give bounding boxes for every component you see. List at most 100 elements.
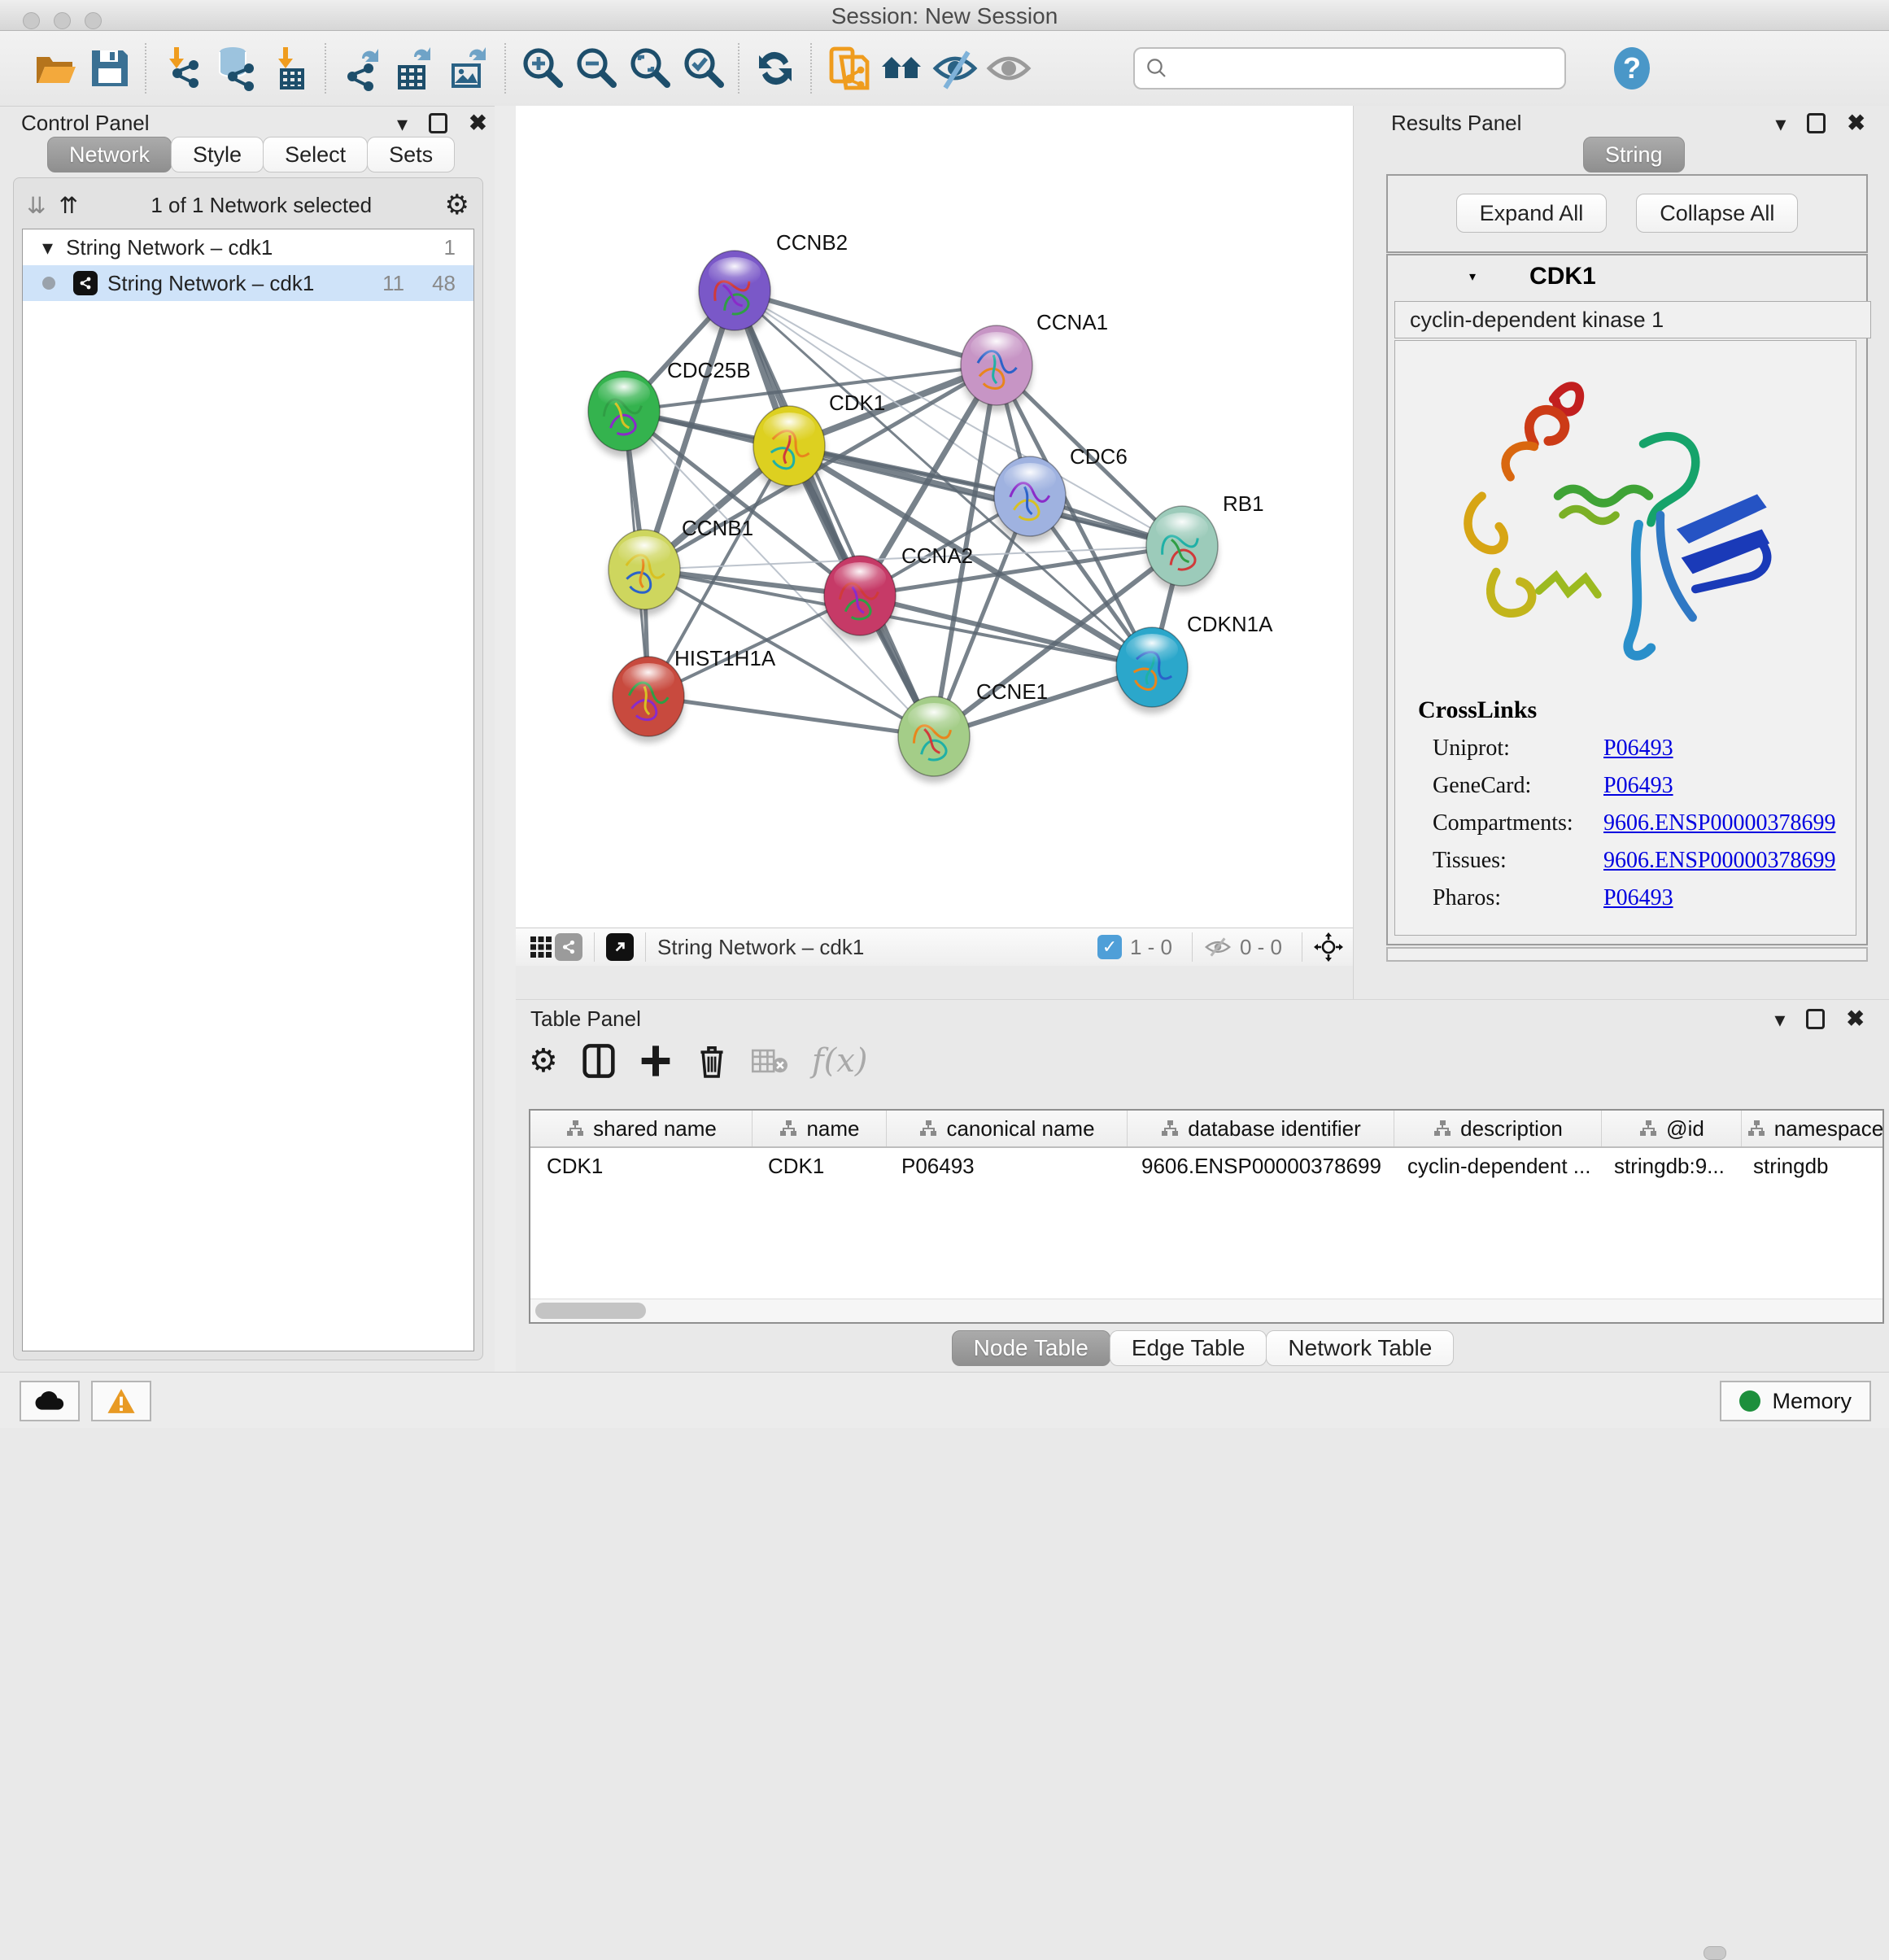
hide-selected-button[interactable] bbox=[928, 41, 982, 95]
expand-all-networks-icon[interactable]: ⇈ bbox=[59, 192, 77, 219]
column-header-id[interactable]: @id bbox=[1602, 1111, 1742, 1146]
collapse-panel-icon[interactable]: ▾ bbox=[1774, 1009, 1785, 1030]
float-panel-icon[interactable] bbox=[1806, 1009, 1825, 1029]
network-node[interactable] bbox=[753, 406, 825, 492]
save-session-button[interactable] bbox=[83, 41, 137, 95]
table-cell[interactable]: cyclin-dependent ... bbox=[1391, 1148, 1598, 1184]
float-panel-icon[interactable] bbox=[429, 113, 447, 133]
crosslink-link[interactable]: 9606.ENSP00000378699 bbox=[1603, 848, 1835, 873]
cloud-status-button[interactable] bbox=[20, 1381, 80, 1421]
network-node[interactable] bbox=[994, 456, 1066, 543]
collapse-panel-icon[interactable]: ▾ bbox=[397, 113, 408, 134]
close-panel-icon[interactable]: ✖ bbox=[1846, 1008, 1865, 1030]
import-network-database-button[interactable] bbox=[209, 41, 263, 95]
column-header-database-identifier[interactable]: database identifier bbox=[1128, 1111, 1394, 1146]
section-expander-icon[interactable]: ▾ bbox=[1469, 268, 1476, 285]
crosslink-link[interactable]: P06493 bbox=[1603, 885, 1673, 910]
results-scroll-strip[interactable] bbox=[1386, 947, 1868, 962]
table-cell[interactable]: CDK1 bbox=[530, 1148, 752, 1184]
scrollbar-thumb[interactable] bbox=[535, 1303, 646, 1319]
column-header-namespace[interactable]: namespace bbox=[1742, 1111, 1884, 1146]
network-node[interactable] bbox=[898, 696, 970, 783]
apply-layout-button[interactable] bbox=[748, 41, 802, 95]
control-tab-sets[interactable]: Sets bbox=[367, 137, 455, 172]
crosslink-link[interactable]: P06493 bbox=[1603, 736, 1673, 761]
crosslink-link[interactable]: 9606.ENSP00000378699 bbox=[1603, 810, 1835, 836]
results-tab-string[interactable]: String bbox=[1583, 137, 1685, 172]
tree-expander-icon[interactable]: ▾ bbox=[42, 235, 53, 260]
column-header-canonical-name[interactable]: canonical name bbox=[887, 1111, 1128, 1146]
table-cell[interactable]: P06493 bbox=[885, 1148, 1125, 1184]
table-tab-network-table[interactable]: Network Table bbox=[1266, 1330, 1454, 1366]
import-table-file-button[interactable] bbox=[263, 41, 316, 95]
network-type-share-icon[interactable] bbox=[555, 933, 582, 961]
table-horizontal-scrollbar[interactable] bbox=[530, 1299, 1882, 1322]
close-panel-icon[interactable]: ✖ bbox=[1847, 112, 1865, 134]
column-header-shared-name[interactable]: shared name bbox=[530, 1111, 753, 1146]
float-panel-icon[interactable] bbox=[1807, 113, 1826, 133]
zoom-fit-button[interactable] bbox=[622, 41, 676, 95]
network-node[interactable] bbox=[1116, 627, 1188, 714]
table-cell[interactable]: stringdb bbox=[1737, 1148, 1883, 1184]
network-collection-row[interactable]: ▾ String Network – cdk1 1 bbox=[23, 229, 473, 265]
show-columns-icon[interactable] bbox=[582, 1043, 615, 1079]
horizontal-splitter[interactable] bbox=[516, 966, 1353, 999]
export-network-button[interactable] bbox=[335, 41, 389, 95]
network-node[interactable] bbox=[1146, 506, 1218, 592]
export-table-button[interactable] bbox=[389, 41, 443, 95]
open-in-window-icon[interactable] bbox=[606, 933, 634, 961]
network-node[interactable] bbox=[588, 371, 660, 457]
search-box[interactable] bbox=[1133, 47, 1566, 89]
table-cell[interactable]: 9606.ENSP00000378699 bbox=[1125, 1148, 1391, 1184]
zoom-in-button[interactable] bbox=[515, 41, 569, 95]
table-row[interactable]: CDK1CDK1P064939606.ENSP00000378699cyclin… bbox=[530, 1148, 1882, 1184]
table-tab-node-table[interactable]: Node Table bbox=[952, 1330, 1110, 1366]
network-row-selected[interactable]: String Network – cdk1 11 48 bbox=[23, 265, 473, 301]
pan-crosshair-icon[interactable] bbox=[1314, 932, 1343, 962]
network-canvas[interactable]: CCNB2CCNA1CDC25BCDK1CDC6RB1CCNB1CCNA2CDK… bbox=[516, 106, 1353, 928]
open-file-button[interactable] bbox=[29, 41, 83, 95]
birdseye-grid-icon[interactable] bbox=[527, 933, 555, 961]
first-neighbors-button[interactable] bbox=[875, 41, 928, 95]
splitter-handle[interactable] bbox=[1704, 1946, 1726, 1960]
network-node[interactable] bbox=[613, 657, 684, 743]
zoom-out-button[interactable] bbox=[569, 41, 622, 95]
delete-table-icon-disabled[interactable] bbox=[752, 1046, 787, 1076]
network-edge[interactable] bbox=[735, 290, 997, 365]
close-panel-icon[interactable]: ✖ bbox=[469, 112, 487, 134]
table-tab-edge-table[interactable]: Edge Table bbox=[1110, 1330, 1267, 1366]
memory-button[interactable]: Memory bbox=[1720, 1381, 1871, 1421]
network-node[interactable] bbox=[961, 325, 1032, 412]
copy-network-view-button[interactable] bbox=[821, 41, 875, 95]
delete-column-trash-icon[interactable] bbox=[696, 1043, 727, 1079]
column-header-name[interactable]: name bbox=[753, 1111, 887, 1146]
control-tab-network[interactable]: Network bbox=[47, 137, 172, 172]
collapse-all-button[interactable]: Collapse All bbox=[1636, 194, 1798, 233]
table-cell[interactable]: CDK1 bbox=[752, 1148, 885, 1184]
control-tab-style[interactable]: Style bbox=[171, 137, 264, 172]
column-header-description[interactable]: description bbox=[1394, 1111, 1602, 1146]
control-tab-select[interactable]: Select bbox=[263, 137, 368, 172]
collapse-panel-icon[interactable]: ▾ bbox=[1775, 113, 1786, 134]
network-node[interactable] bbox=[609, 530, 680, 616]
network-edge[interactable] bbox=[648, 696, 934, 736]
network-node[interactable] bbox=[699, 251, 770, 337]
expand-all-button[interactable]: Expand All bbox=[1456, 194, 1608, 233]
collapse-all-networks-icon[interactable]: ⇊ bbox=[27, 192, 46, 219]
network-node[interactable] bbox=[824, 556, 896, 642]
warnings-button[interactable] bbox=[91, 1381, 151, 1421]
help-button[interactable]: ? bbox=[1605, 41, 1659, 95]
crosslink-link[interactable]: P06493 bbox=[1603, 773, 1673, 798]
table-cell[interactable]: stringdb:9... bbox=[1598, 1148, 1737, 1184]
selected-checkbox-icon[interactable]: ✓ bbox=[1097, 935, 1122, 959]
export-image-button[interactable] bbox=[443, 41, 496, 95]
search-input[interactable] bbox=[1169, 55, 1555, 82]
vertical-splitter[interactable] bbox=[495, 106, 516, 1372]
add-column-icon[interactable] bbox=[639, 1043, 672, 1079]
function-builder-icon-disabled[interactable]: f(x) bbox=[812, 1042, 868, 1080]
import-network-file-button[interactable] bbox=[155, 41, 209, 95]
table-options-gear-icon[interactable]: ⚙ bbox=[529, 1042, 558, 1080]
zoom-selected-button[interactable] bbox=[676, 41, 730, 95]
network-options-gear-icon[interactable]: ⚙ bbox=[445, 189, 469, 221]
show-all-button[interactable] bbox=[982, 41, 1036, 95]
